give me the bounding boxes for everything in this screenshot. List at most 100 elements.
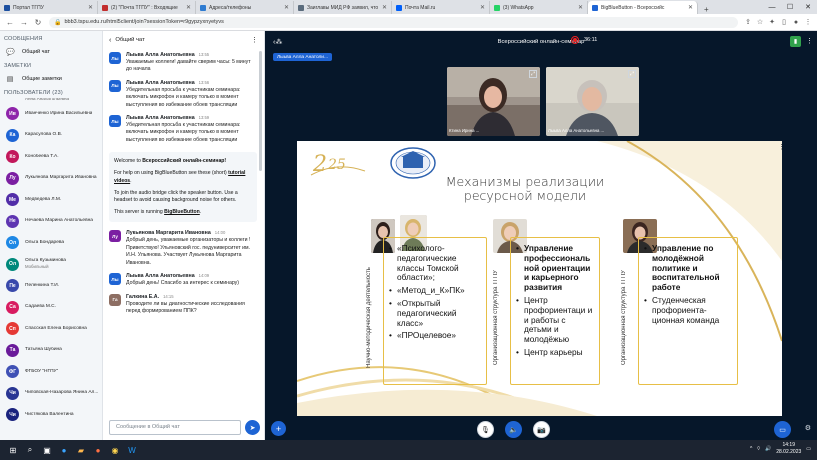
split-view-icon[interactable]: ▯: [778, 16, 790, 28]
shared-notes-link[interactable]: ▤ Общие заметки: [0, 71, 102, 86]
user-list-item[interactable]: Не Нечаева Марина Анатольевна: [0, 211, 102, 233]
user-list-item[interactable]: Пе Пеленкина Т.И.: [0, 275, 102, 297]
chat-message-input[interactable]: Сообщение в Общий чат: [109, 420, 241, 435]
tab-label: (2) "Почта ТГПУ" : Входящие: [111, 4, 178, 11]
message-time: 13:56: [198, 79, 210, 85]
browser-tab[interactable]: Почта Mail.ru ✕: [392, 1, 490, 14]
extensions-icon[interactable]: ✦: [766, 16, 778, 28]
browser-tab-strip: Портал ТГПУ ✕ (2) "Почта ТГПУ" : Входящие ✕…: [0, 0, 817, 14]
audio-button[interactable]: 🔈: [505, 421, 522, 438]
back-icon[interactable]: ←: [3, 15, 17, 29]
chat-options-icon[interactable]: ⋮: [251, 36, 258, 44]
public-chat-link[interactable]: 💬 Общий чат: [0, 44, 102, 59]
start-icon[interactable]: ⊞: [6, 443, 20, 457]
tab-favicon-icon: [102, 4, 108, 11]
explorer-icon[interactable]: ▰: [74, 443, 88, 457]
lock-icon: 🔒: [54, 19, 62, 26]
welcome-line4-prefix: This server is running: [114, 209, 165, 216]
avatar: Ко: [6, 150, 19, 164]
message-author: Лыьва Алла Анатольевна: [126, 115, 195, 122]
mute-microphone-button[interactable]: 🎙: [477, 421, 494, 438]
action-bar: 🎙 🔈 📷 ▭ ⚙: [265, 417, 817, 440]
meeting-options-icon[interactable]: ⋮: [806, 37, 813, 45]
reload-icon[interactable]: ↻: [31, 15, 45, 29]
tab-close-icon[interactable]: ✕: [85, 4, 93, 11]
task-view-icon[interactable]: ▣: [40, 443, 54, 457]
chat-panel: ‹ Общий чат ⋮ Лы Лыьва Алла Анатольевна 13…: [103, 31, 265, 440]
browser-tab[interactable]: Адреса/телефоны ✕: [196, 1, 294, 14]
video-tile-1[interactable]: ⤢ Ктина Ирина ...: [447, 67, 540, 136]
column-3-list: Управление по молодёжной политике и восп…: [644, 243, 732, 325]
tab-favicon-icon: [494, 4, 500, 11]
connection-status-icon[interactable]: ▮: [790, 36, 801, 47]
forward-icon[interactable]: →: [17, 15, 31, 29]
edge-icon[interactable]: ●: [57, 443, 71, 457]
user-list-item[interactable]: Ив Иванченко Ирина Васильевна: [0, 103, 102, 125]
chat-header: ‹ Общий чат ⋮: [103, 31, 264, 49]
tab-close-icon[interactable]: ✕: [379, 4, 387, 11]
back-chevron-icon[interactable]: ‹: [109, 37, 111, 44]
settings-icon[interactable]: ⚙: [805, 424, 811, 432]
tab-close-icon[interactable]: ✕: [281, 4, 289, 11]
notifications-icon[interactable]: ▭: [806, 446, 811, 452]
tab-close-icon[interactable]: ✕: [477, 4, 485, 11]
profile-icon[interactable]: ●: [790, 16, 802, 28]
actions-plus-button[interactable]: +: [271, 421, 286, 436]
search-icon[interactable]: ⌕: [23, 443, 37, 457]
share-icon[interactable]: ⇪: [742, 16, 754, 28]
message-author: Галкина Е.А.: [126, 293, 160, 300]
toggle-panel-icon[interactable]: ‹⁂: [273, 38, 282, 46]
fullscreen-icon[interactable]: ⤢: [529, 70, 537, 78]
user-list-item[interactable]: Ол Ольга Бондарева: [0, 232, 102, 254]
chrome-icon[interactable]: ◉: [108, 443, 122, 457]
user-list-item[interactable]: Ме Медведева Л.М.: [0, 189, 102, 211]
browser-tab[interactable]: Заиглавы МИД РФ заявил, что ✕: [294, 1, 392, 14]
welcome-line2-prefix: For help on using BigBlueButton see thes…: [114, 170, 229, 177]
user-list-item[interactable]: Са Садаева М.С.: [0, 297, 102, 319]
message-list[interactable]: Лы Лыьва Алла Анатольевна 13:55 Уважаемые к…: [103, 49, 265, 411]
maximize-icon[interactable]: ☐: [781, 0, 799, 14]
presentation-button[interactable]: ▭: [774, 421, 791, 438]
slide-column-3: Управление по молодёжной политике и восп…: [638, 237, 738, 385]
avatar: Чи: [6, 408, 19, 422]
close-window-icon[interactable]: ✕: [799, 0, 817, 14]
tray-arrow-icon[interactable]: ^: [750, 446, 752, 452]
network-icon[interactable]: ⌔: [756, 446, 761, 452]
user-list-item[interactable]: Чи Чиповская-Назарова Янина Ал...: [0, 383, 102, 405]
menu-icon[interactable]: ⋮: [802, 16, 814, 28]
recording-indicator[interactable]: 36:11: [571, 36, 597, 44]
browser-tab[interactable]: (2) "Почта ТГПУ" : Входящие ✕: [98, 1, 196, 14]
user-list-item[interactable]: ФГ ФГБОУ "НГПУ": [0, 361, 102, 383]
chat-scrollbar[interactable]: [259, 51, 262, 171]
slide-options-icon[interactable]: ⋮: [778, 143, 785, 151]
url-field[interactable]: 🔒 bbb3.tspu.edu.ru/html5client/join?sess…: [49, 16, 738, 28]
user-list-item[interactable]: Ол Ольга Кузьминова Мобильный: [0, 254, 102, 276]
clock[interactable]: 14:19 28.02.2023: [776, 442, 801, 456]
video-tile-2[interactable]: ⤢ Лыьва Алла Анатольевна ...: [546, 67, 639, 136]
firefox-icon[interactable]: ●: [91, 443, 105, 457]
user-list-item[interactable]: Лу Лукьянова Маргарита Ивановна: [0, 168, 102, 190]
star-icon[interactable]: ☆: [754, 16, 766, 28]
new-tab-button[interactable]: +: [698, 5, 715, 14]
browser-tab[interactable]: Портал ТГПУ ✕: [0, 1, 98, 14]
tab-close-icon[interactable]: ✕: [183, 4, 191, 11]
user-list-item[interactable]: Ка Карасулова О.В.: [0, 125, 102, 147]
bigbluebutton-link[interactable]: BigBlueButton: [164, 209, 200, 215]
tab-close-icon[interactable]: ✕: [575, 4, 583, 11]
tab-favicon-icon: [592, 4, 598, 11]
word-icon[interactable]: W: [125, 443, 139, 457]
user-list-item[interactable]: Ко Конобеева Т.А.: [0, 146, 102, 168]
user-list: Ив Иванченко Ирина Васильевна Ка Карасулова…: [0, 103, 102, 426]
browser-tab[interactable]: BigBlueButton - Всероссийс ✕: [588, 1, 698, 14]
minimize-icon[interactable]: —: [763, 0, 781, 14]
camera-button[interactable]: 📷: [533, 421, 550, 438]
user-list-item[interactable]: Чи Чистякова Валентина: [0, 404, 102, 426]
tab-close-icon[interactable]: ✕: [685, 4, 693, 11]
user-list-item[interactable]: Сп Спасская Елена Борисовна: [0, 318, 102, 340]
volume-icon[interactable]: 🔊: [765, 446, 771, 452]
browser-tab[interactable]: (3) WhatsApp ✕: [490, 1, 588, 14]
slide-bullet-item: «Открытый педагогический класс»: [389, 298, 481, 328]
send-message-button[interactable]: ➤: [245, 420, 260, 435]
user-list-item[interactable]: Та Татьяна Шубина: [0, 340, 102, 362]
fullscreen-icon-2[interactable]: ⤢: [628, 70, 636, 78]
